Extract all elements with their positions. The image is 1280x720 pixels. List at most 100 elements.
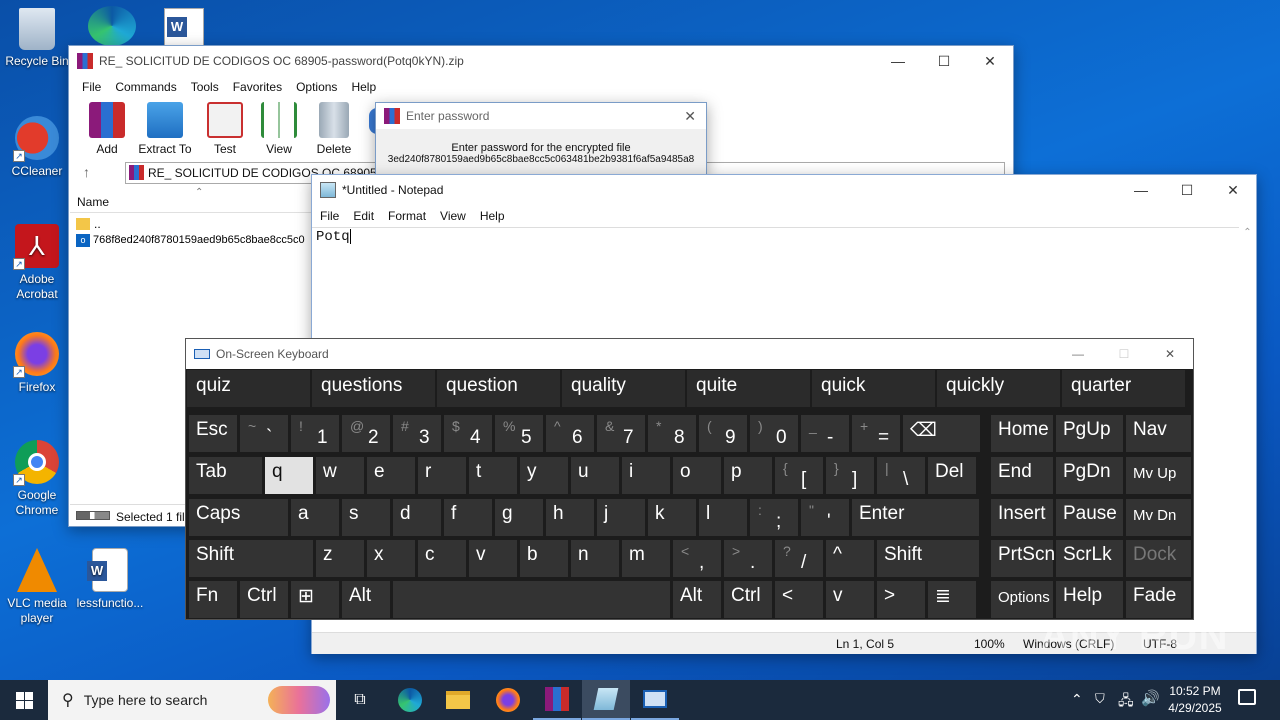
key-x[interactable]: x [367,540,415,577]
key-w[interactable]: w [316,457,364,494]
key-k[interactable]: k [648,499,696,536]
desktop-icon-firefox[interactable]: ↗ Firefox [1,332,73,395]
osk-titlebar[interactable]: On-Screen Keyboard — ☐ ✕ [186,339,1193,369]
desktop-icon-ccleaner[interactable]: ↗ CCleaner [1,116,73,179]
key-caps[interactable]: Caps [189,499,288,536]
key-d[interactable]: d [393,499,441,536]
key-`[interactable]: ~ ` [240,415,288,452]
prediction-quality[interactable]: quality [562,370,685,407]
word-desktop-icon[interactable]: W [164,8,204,46]
key-8[interactable]: * 8 [648,415,696,452]
key-3[interactable]: #3 [393,415,441,452]
backspace-key[interactable]: ⌫ [903,415,980,452]
menu-help[interactable]: Help [473,209,512,223]
key-h[interactable]: h [546,499,594,536]
close-button[interactable]: ✕ [967,46,1013,76]
key-pgup[interactable]: PgUp [1056,415,1123,452]
key-e[interactable]: e [367,457,415,494]
menu-tools[interactable]: Tools [184,80,226,94]
key-c[interactable]: c [418,540,466,577]
key-punct-1[interactable]: " ' [801,499,849,536]
tray-volume-icon[interactable]: 🔊 [1141,689,1160,707]
maximize-button[interactable]: ☐ [921,46,967,76]
key-mv-up[interactable]: Mv Up [1126,457,1191,494]
menu-commands[interactable]: Commands [108,80,183,94]
desktop-icon-word-doc[interactable]: W lessfunctio... [74,548,146,611]
key-5[interactable]: % 5 [495,415,543,452]
key-bracket-1[interactable]: }] [826,457,874,494]
key-scrlk[interactable]: ScrLk [1056,540,1123,577]
key-alt[interactable]: Alt [342,581,390,618]
key-p[interactable]: p [724,457,772,494]
key-q[interactable]: q [265,457,313,494]
key-m[interactable]: m [622,540,670,577]
menu-edit[interactable]: Edit [346,209,381,223]
key-v[interactable]: v [469,540,517,577]
key-t[interactable]: t [469,457,517,494]
prediction-quiz[interactable]: quiz [187,370,310,407]
key-esc[interactable]: Esc [189,415,237,452]
up-arrow-icon[interactable]: ↑ [83,164,90,180]
key-help[interactable]: Help [1056,581,1123,618]
key-arrow-down[interactable]: v [826,581,874,618]
tray-clock[interactable]: 10:52 PM 4/29/2025 [1160,683,1230,717]
key-menu[interactable]: ≣ [928,581,976,618]
key-7[interactable]: & 7 [597,415,645,452]
menu-format[interactable]: Format [381,209,433,223]
key-ctrl[interactable]: Ctrl [240,581,288,618]
toolbar-add-button[interactable]: Add [77,102,137,156]
menu-file[interactable]: File [313,209,346,223]
key-s[interactable]: s [342,499,390,536]
file-row[interactable]: .. [70,213,313,231]
key-shift[interactable]: Shift [189,540,313,577]
close-button[interactable]: ✕ [684,108,696,125]
key-u[interactable]: u [571,457,619,494]
taskbar-osk[interactable] [631,680,679,720]
key-l[interactable]: l [699,499,747,536]
key-bracket-0[interactable]: {[ [775,457,823,494]
key-j[interactable]: j [597,499,645,536]
menu-file[interactable]: File [75,80,108,94]
key-9[interactable]: (9 [699,415,747,452]
key-arrow-up[interactable]: ^ [826,540,874,577]
taskbar-search-box[interactable]: ⚲ Type here to search [48,680,336,720]
key-punct-2[interactable]: ? / [775,540,823,577]
key-0[interactable]: ) 0 [750,415,798,452]
taskbar-winrar[interactable] [533,680,581,720]
winrar-titlebar[interactable]: RE_ SOLICITUD DE CODIGOS OC 68905-passwo… [69,46,1013,76]
key-tab[interactable]: Tab [189,457,262,494]
key-space[interactable] [393,581,670,618]
key-4[interactable]: $4 [444,415,492,452]
prediction-quite[interactable]: quite [687,370,810,407]
key-r[interactable]: r [418,457,466,494]
key-dock[interactable]: Dock [1126,540,1191,577]
notification-icon[interactable] [1238,689,1256,705]
key-pgdn[interactable]: PgDn [1056,457,1123,494]
key-fn[interactable]: Fn [189,581,237,618]
password-dialog-titlebar[interactable]: Enter password ✕ [376,103,706,129]
key-options[interactable]: Options [991,581,1053,618]
key-mv-dn[interactable]: Mv Dn [1126,499,1191,536]
key-enter[interactable]: Enter [852,499,979,536]
key-bracket-2[interactable]: | \ [877,457,925,494]
key-arrow-right[interactable]: > [877,581,925,618]
menu-options[interactable]: Options [289,80,344,94]
key-home[interactable]: Home [991,415,1053,452]
prediction-quarter[interactable]: quarter [1062,370,1185,407]
key-punct-1[interactable]: >. [724,540,772,577]
menu-help[interactable]: Help [344,80,383,94]
key-del[interactable]: Del [928,457,976,494]
close-button[interactable]: ✕ [1210,175,1256,205]
toolbar-view-button[interactable]: View [249,102,309,156]
taskbar-notepad[interactable] [582,680,630,720]
prediction-quickly[interactable]: quickly [937,370,1060,407]
taskbar-firefox[interactable] [484,680,532,720]
key-g[interactable]: g [495,499,543,536]
key-n[interactable]: n [571,540,619,577]
minimize-button[interactable]: — [1055,339,1101,369]
key-z[interactable]: z [316,540,364,577]
key-a[interactable]: a [291,499,339,536]
key-f[interactable]: f [444,499,492,536]
toolbar-extract-button[interactable]: Extract To [135,102,195,156]
key-=[interactable]: + = [852,415,900,452]
